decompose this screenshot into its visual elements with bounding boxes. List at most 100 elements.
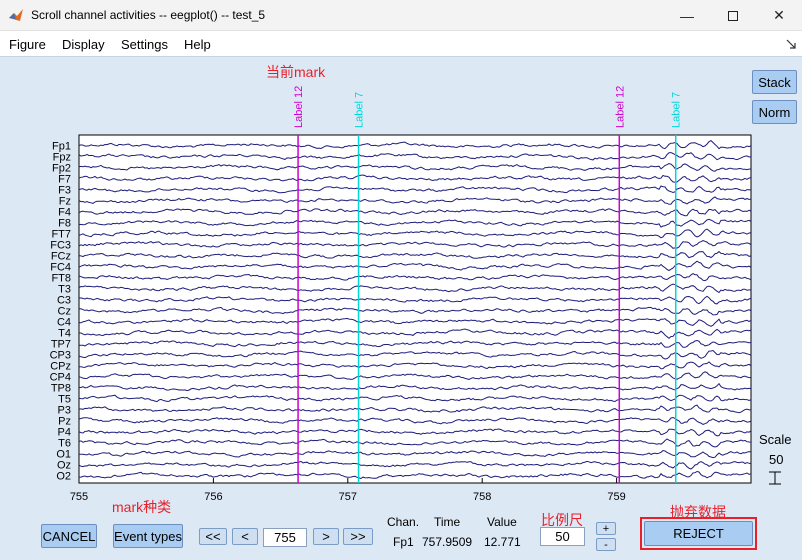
x-tick-label: 757 xyxy=(339,491,357,503)
window-title: Scroll channel activities -- eegplot() -… xyxy=(31,8,266,22)
channel-label: F8 xyxy=(58,218,71,230)
eeg-trace xyxy=(78,174,752,183)
cancel-button[interactable]: CANCEL xyxy=(41,524,97,548)
minimize-icon: — xyxy=(680,7,694,24)
scale-value-label: 50 xyxy=(769,452,784,467)
norm-button[interactable]: Norm xyxy=(752,100,797,124)
eeg-trace xyxy=(78,218,752,228)
channel-label: P3 xyxy=(58,405,71,417)
menu-settings[interactable]: Settings xyxy=(121,37,168,52)
eeg-trace xyxy=(78,240,752,249)
eeg-trace xyxy=(78,394,752,403)
eeg-trace xyxy=(78,449,752,459)
eeg-trace xyxy=(78,382,752,392)
channel-label: C3 xyxy=(57,295,71,307)
scale-minus-button[interactable]: - xyxy=(596,538,616,551)
rewind-button[interactable]: < xyxy=(232,528,258,545)
eeg-trace xyxy=(79,470,752,480)
channel-label: Fp2 xyxy=(52,163,71,175)
channel-label: Cz xyxy=(58,306,71,318)
position-input[interactable]: 755 xyxy=(263,528,307,547)
channel-label: O1 xyxy=(56,449,71,461)
channel-label: FT8 xyxy=(51,273,71,285)
scale-input[interactable]: 50 xyxy=(540,527,585,546)
channel-label: FC4 xyxy=(50,262,71,274)
forward-button[interactable]: > xyxy=(313,528,339,545)
menu-display[interactable]: Display xyxy=(62,37,105,52)
event-types-button[interactable]: Event types xyxy=(113,524,183,548)
channel-label: TP8 xyxy=(51,383,71,395)
reject-button[interactable]: REJECT xyxy=(644,521,753,546)
event-marker-label: Label 7 xyxy=(671,92,683,128)
eeg-trace xyxy=(78,438,752,448)
eeg-trace xyxy=(78,283,751,294)
minimize-button[interactable]: — xyxy=(664,0,710,31)
event-marker-label: Label 7 xyxy=(354,92,366,128)
eeg-trace xyxy=(78,185,752,194)
value-header: Value xyxy=(487,515,517,529)
eeg-trace xyxy=(78,339,752,348)
menu-help[interactable]: Help xyxy=(184,37,211,52)
forward-fast-button[interactable]: >> xyxy=(343,528,373,545)
eeg-trace xyxy=(78,208,752,217)
value-value: 12.771 xyxy=(484,535,521,549)
eeg-trace xyxy=(78,260,752,272)
channel-label: F4 xyxy=(58,207,71,219)
time-value: 757.9509 xyxy=(422,535,473,549)
stack-button[interactable]: Stack xyxy=(752,70,797,94)
eeg-plot[interactable]: Label 12 Label 7 Label 12 Label 7 Fp1FpzFp2… xyxy=(0,0,802,560)
x-tick-label: 758 xyxy=(473,491,491,503)
eeg-trace xyxy=(78,228,752,239)
channel-label: T4 xyxy=(58,328,71,340)
channel-label: O2 xyxy=(56,471,71,483)
menu-figure[interactable]: Figure xyxy=(9,37,46,52)
channel-label: FC3 xyxy=(50,240,71,252)
channel-label: FCz xyxy=(51,251,71,263)
eeg-trace xyxy=(78,295,752,305)
channel-label: T3 xyxy=(58,284,71,296)
close-icon: ✕ xyxy=(773,7,785,23)
eeg-trace xyxy=(78,361,752,370)
menu-bar: Figure Display Settings Help xyxy=(0,31,802,57)
x-tick-label: 756 xyxy=(204,491,222,503)
plot-area[interactable] xyxy=(78,134,752,484)
channel-label: T5 xyxy=(58,394,71,406)
matlab-icon xyxy=(9,9,23,21)
eeg-trace xyxy=(78,416,752,425)
title-bar: Scroll channel activities -- eegplot() -… xyxy=(0,0,802,31)
scale-plus-button[interactable]: + xyxy=(596,522,616,535)
channel-label: Oz xyxy=(57,460,71,472)
channel-label: Fpz xyxy=(53,152,71,164)
channel-label: CP3 xyxy=(50,350,71,362)
channel-label: Pz xyxy=(58,416,71,428)
eeg-trace xyxy=(78,306,752,316)
eeg-trace xyxy=(78,349,752,360)
annotation-current-mark: 当前mark xyxy=(266,64,326,80)
channel-label: Fp1 xyxy=(52,141,71,153)
eeg-trace xyxy=(78,196,752,205)
scale-label: Scale xyxy=(759,432,792,447)
eeg-trace xyxy=(78,163,752,172)
eeg-trace xyxy=(79,328,752,339)
scale-bar-icon xyxy=(769,471,781,485)
rewind-fast-button[interactable]: << xyxy=(199,528,227,545)
chan-header: Chan. xyxy=(387,515,420,529)
eeg-trace xyxy=(78,428,752,437)
channel-label: F7 xyxy=(58,174,71,186)
maximize-icon xyxy=(728,10,738,21)
maximize-button[interactable] xyxy=(710,0,756,31)
close-button[interactable]: ✕ xyxy=(756,0,802,31)
channel-label: F3 xyxy=(58,185,71,197)
eeg-trace xyxy=(78,404,752,414)
channel-label: C4 xyxy=(57,317,71,329)
x-tick-label: 755 xyxy=(70,491,88,503)
eeg-trace xyxy=(78,371,752,381)
channel-label: FT7 xyxy=(51,229,71,241)
channel-label: Fz xyxy=(59,196,71,208)
channel-label: TP7 xyxy=(51,339,71,351)
eeg-trace xyxy=(78,460,752,470)
eeg-trace xyxy=(78,317,752,327)
x-tick-label: 759 xyxy=(607,491,625,503)
chan-value: Fp1 xyxy=(393,535,414,549)
dock-arrow-icon[interactable] xyxy=(786,39,796,49)
